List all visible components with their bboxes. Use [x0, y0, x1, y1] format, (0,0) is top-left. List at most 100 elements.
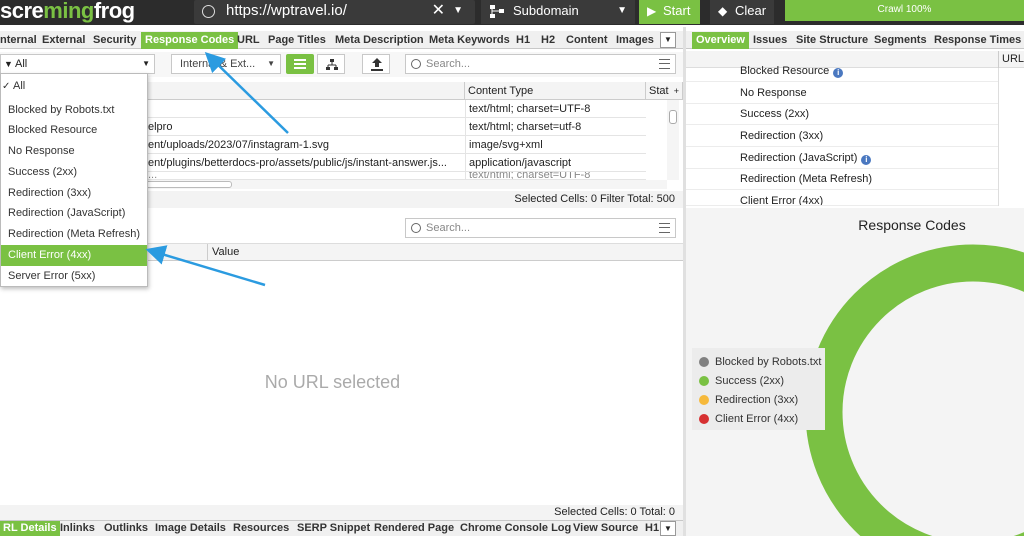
table-cell-content-type[interactable]: text/html; charset=utf-8 — [465, 118, 646, 136]
table-cell-content-type[interactable]: image/svg+xml — [465, 136, 646, 154]
tab-url[interactable]: URL — [237, 32, 260, 49]
menu-item-success[interactable]: Success (2xx) — [1, 162, 147, 183]
menu-item-redirection-js[interactable]: Redirection (JavaScript) — [1, 203, 147, 224]
menu-item-all[interactable]: ✓ All — [1, 76, 147, 97]
tab-outlinks[interactable]: Outlinks — [104, 521, 148, 536]
overview-row-client-error[interactable]: Client Error (4xx) — [686, 191, 998, 206]
tree-view-button[interactable] — [317, 54, 345, 74]
main-tab-bar: nternal External Security Response Codes… — [0, 31, 683, 49]
check-icon: ✓ — [2, 81, 11, 92]
info-icon[interactable]: i — [861, 155, 872, 165]
column-header-value[interactable]: Value — [212, 244, 239, 261]
funnel-icon: ▼ — [4, 59, 13, 69]
tab-response-codes[interactable]: Response Codes — [141, 32, 239, 49]
chevron-down-icon[interactable]: ▼ — [453, 0, 463, 22]
search-icon — [411, 223, 421, 233]
table-cell-content-type[interactable]: application/javascript — [465, 154, 646, 172]
sliders-icon[interactable] — [659, 59, 670, 69]
tab-segments[interactable]: Segments — [874, 32, 927, 49]
chevron-down-icon: ▼ — [617, 5, 627, 16]
bottom-tabs-overflow-dropdown[interactable]: ▼ — [660, 521, 676, 536]
tab-meta-keywords[interactable]: Meta Keywords — [429, 32, 510, 49]
filter-select[interactable]: ▼ All ▼ — [0, 54, 155, 74]
crawl-mode-select[interactable]: Subdomain ▼ — [481, 0, 635, 24]
tab-issues[interactable]: Issues — [753, 32, 787, 49]
tab-view-source[interactable]: View Source — [573, 521, 638, 536]
tab-url-details[interactable]: RL Details — [0, 521, 60, 536]
info-icon[interactable]: i — [833, 68, 844, 78]
tab-rendered-page[interactable]: Rendered Page — [374, 521, 454, 536]
search-input[interactable]: Search... — [405, 54, 676, 74]
tab-site-structure[interactable]: Site Structure — [796, 32, 868, 49]
legend-item-client-error: Client Error (4xx) — [699, 411, 798, 427]
details-status-bar: Selected Cells: 0 Total: 0 — [0, 505, 683, 520]
top-toolbar: scremingfrog https://wptravel.io/ ✕ ▼ Su… — [0, 0, 1024, 25]
legend-swatch — [699, 395, 709, 405]
scrollbar-thumb[interactable] — [140, 181, 232, 188]
tab-response-times[interactable]: Response Times — [934, 32, 1021, 49]
tab-page-titles[interactable]: Page Titles — [268, 32, 326, 49]
table-cell-content-type[interactable]: text/html; charset=UTF-8 — [465, 100, 646, 118]
tab-overview[interactable]: Overview — [692, 32, 749, 49]
filter-selected-value: All — [15, 58, 28, 70]
tab-chrome-console-log[interactable]: Chrome Console Log — [460, 521, 571, 536]
tab-external[interactable]: External — [42, 32, 85, 49]
search-placeholder: Search... — [426, 58, 471, 70]
upload-icon — [371, 58, 383, 71]
sliders-icon[interactable] — [659, 223, 670, 233]
overview-row-redirection-js[interactable]: Redirection (JavaScript) i — [686, 148, 998, 169]
tab-h1[interactable]: H1 — [516, 32, 530, 49]
tabs-overflow-dropdown[interactable]: ▼ — [660, 32, 676, 48]
chevron-down-icon: ▼ — [142, 59, 150, 68]
menu-item-redirection[interactable]: Redirection (3xx) — [1, 183, 147, 204]
tab-serp-snippet[interactable]: SERP Snippet — [297, 521, 370, 536]
menu-item-no-response[interactable]: No Response — [1, 141, 147, 162]
chart-panel: Response Codes Blocked by Robots.txt Suc… — [686, 208, 1024, 536]
search-icon — [411, 59, 421, 69]
start-button[interactable]: ▶ Start — [639, 0, 700, 24]
menu-item-blocked-resource[interactable]: Blocked Resource — [1, 120, 147, 141]
clear-button[interactable]: ◆ Clear — [710, 0, 774, 24]
clear-label: Clear — [735, 3, 767, 18]
column-header-status[interactable]: Stat + — [646, 82, 683, 100]
tab-inlinks[interactable]: Inlinks — [60, 521, 95, 536]
column-header-urls[interactable]: URLs — [998, 51, 1024, 68]
tab-meta-description[interactable]: Meta Description — [335, 32, 424, 49]
menu-item-server-error[interactable]: Server Error (5xx) — [1, 266, 147, 287]
crawl-progress-bar: Crawl 100% — [785, 0, 1024, 21]
chart-legend: Blocked by Robots.txt Success (2xx) Redi… — [692, 348, 825, 430]
tab-h2[interactable]: H2 — [541, 32, 555, 49]
crawl-status-text: Crawl 100% — [877, 4, 932, 15]
tab-content[interactable]: Content — [566, 32, 608, 49]
overview-row-redirection-meta[interactable]: Redirection (Meta Refresh) — [686, 169, 998, 190]
list-view-button[interactable] — [286, 54, 314, 74]
tab-internal[interactable]: nternal — [0, 32, 37, 49]
menu-item-redirection-meta[interactable]: Redirection (Meta Refresh) — [1, 224, 147, 245]
chevron-down-icon: ▼ — [267, 59, 275, 68]
details-search-input[interactable]: Search... — [405, 218, 676, 238]
tab-h1[interactable]: H1 — [645, 521, 659, 536]
eraser-icon: ◆ — [718, 4, 728, 18]
overview-row-no-response[interactable]: No Response — [686, 83, 998, 104]
right-tab-bar: Overview Issues Site Structure Segments … — [686, 31, 1024, 49]
overview-row-success[interactable]: Success (2xx) — [686, 104, 998, 125]
overview-row-redirection[interactable]: Redirection (3xx) — [686, 126, 998, 147]
menu-item-client-error[interactable]: Client Error (4xx) — [1, 245, 147, 266]
scrollbar-thumb[interactable] — [669, 110, 677, 124]
tab-security[interactable]: Security — [93, 32, 136, 49]
column-header-content-type[interactable]: Content Type — [465, 82, 646, 100]
tab-resources[interactable]: Resources — [233, 521, 289, 536]
clear-url-icon[interactable]: ✕ — [432, 0, 445, 22]
tab-images[interactable]: Images — [616, 32, 654, 49]
tab-image-details[interactable]: Image Details — [155, 521, 226, 536]
url-input[interactable]: https://wptravel.io/ ✕ ▼ — [194, 0, 475, 24]
table-cell-content-type[interactable]: text/html; charset=UTF-8 — [465, 172, 646, 180]
legend-item-redirection: Redirection (3xx) — [699, 392, 798, 408]
column-header-name[interactable] — [148, 244, 208, 261]
overview-row-blocked-resource[interactable]: Blocked Resource i — [686, 61, 998, 82]
menu-item-blocked-robots[interactable]: Blocked by Robots.txt — [1, 100, 147, 121]
vertical-scrollbar[interactable] — [667, 100, 679, 180]
internal-external-select[interactable]: Internal & Ext... ▼ — [171, 54, 281, 74]
export-button[interactable] — [362, 54, 390, 74]
internal-external-value: Internal & Ext... — [180, 58, 256, 70]
